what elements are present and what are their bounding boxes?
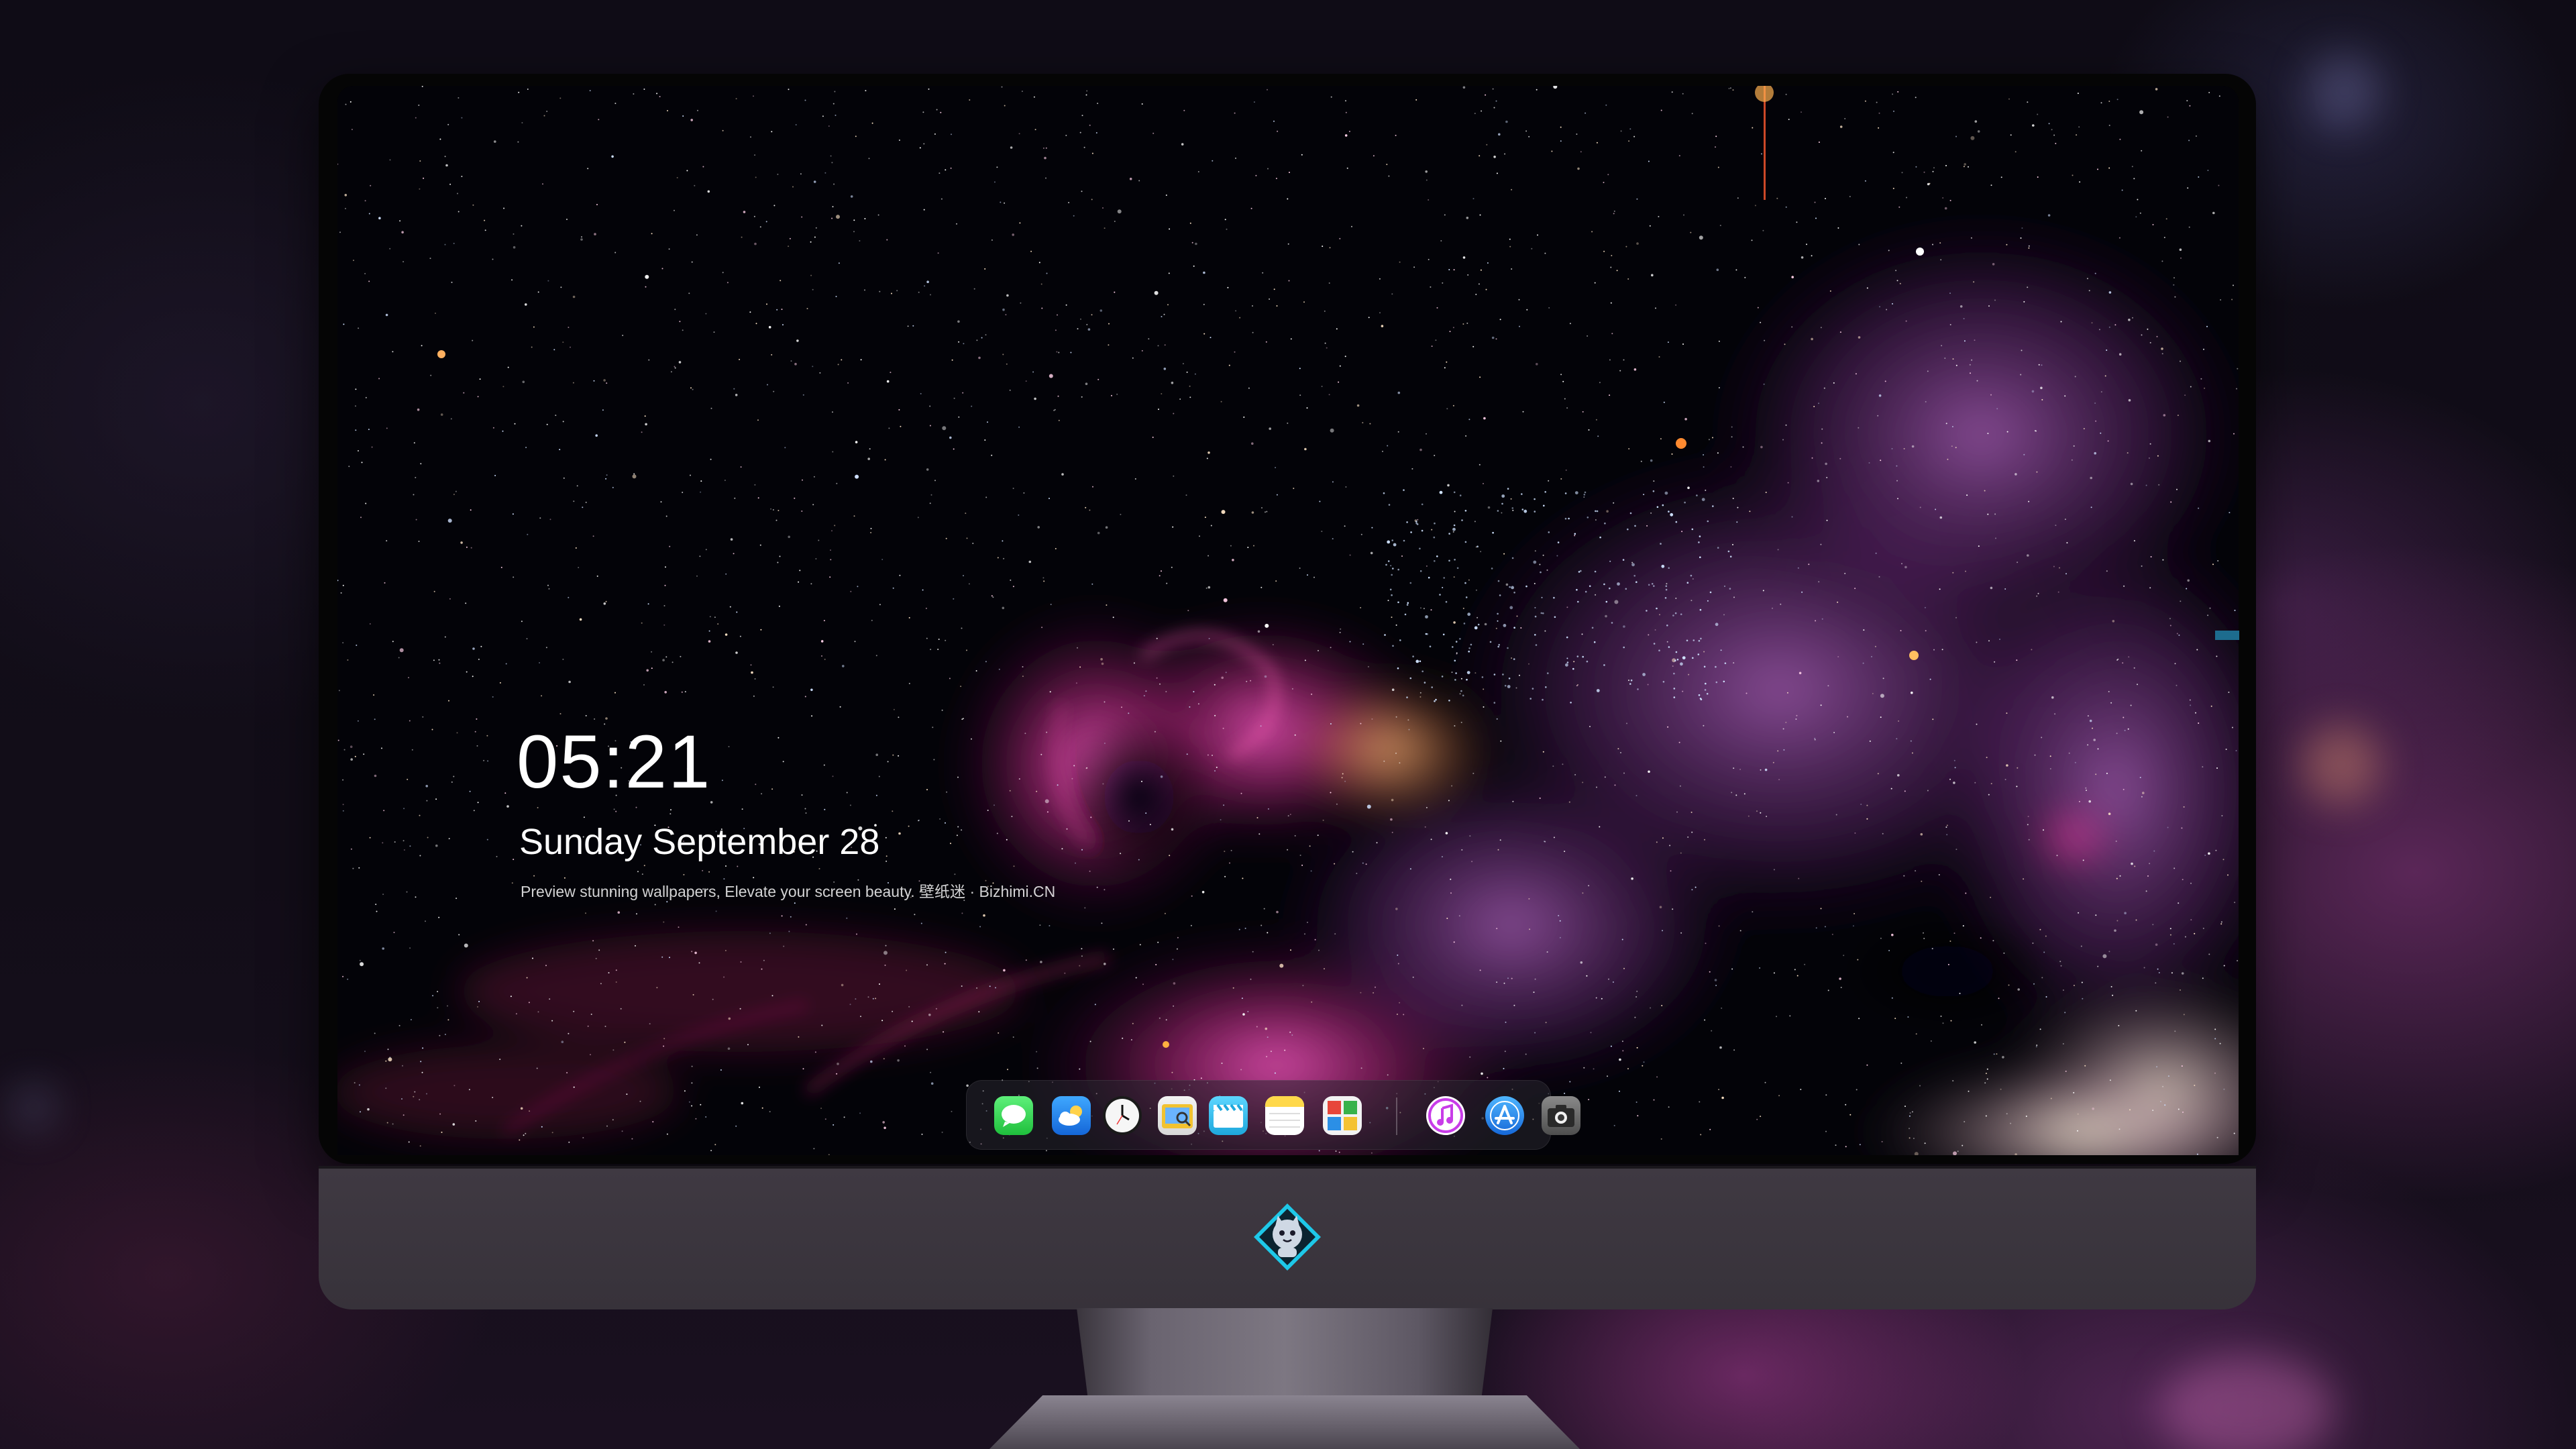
clock-icon[interactable] xyxy=(1103,1096,1142,1135)
lock-screen-time: 05:21 xyxy=(517,720,712,804)
lock-screen-tagline: Preview stunning wallpapers, Elevate you… xyxy=(521,883,1056,900)
monitor-stand-neck xyxy=(1077,1308,1493,1409)
desktop-wallpaper xyxy=(337,86,2239,1155)
photo-booth-icon[interactable] xyxy=(1323,1096,1362,1135)
notes-icon[interactable] xyxy=(1265,1096,1304,1135)
brand-logo-icon xyxy=(1251,1201,1324,1273)
dock-separator xyxy=(1396,1097,1397,1135)
camera-icon[interactable] xyxy=(1542,1096,1580,1135)
lock-screen-date: Sunday September 28 xyxy=(519,822,880,862)
music-icon[interactable] xyxy=(1426,1096,1465,1135)
monitor-stand-foot xyxy=(989,1395,1580,1449)
app-store-icon[interactable] xyxy=(1485,1096,1524,1135)
messages-icon[interactable] xyxy=(994,1096,1033,1135)
screen-edge-marker xyxy=(2215,631,2239,640)
weather-icon[interactable] xyxy=(1052,1096,1091,1135)
clips-icon[interactable] xyxy=(1209,1096,1248,1135)
preview-icon[interactable] xyxy=(1158,1096,1197,1135)
